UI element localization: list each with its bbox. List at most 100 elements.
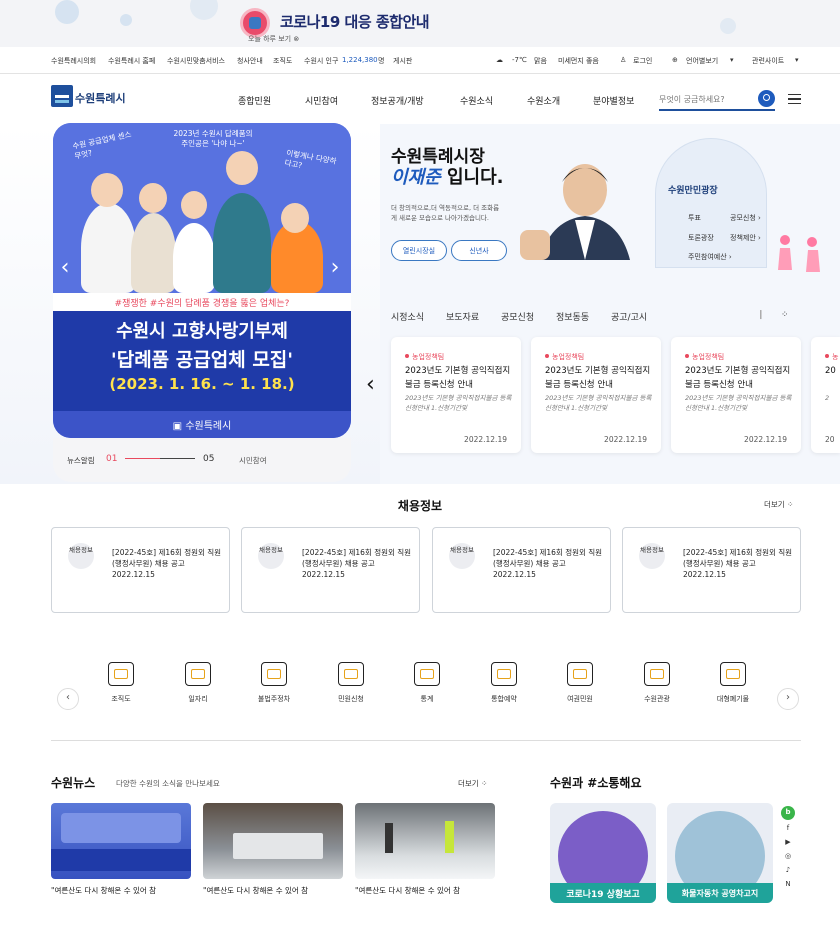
grid-more-icon[interactable]: ⁘	[781, 310, 789, 320]
open-mayor-office-button[interactable]: 열린시장실	[391, 240, 447, 261]
notice-card[interactable]: 농업정책팀 2023년도 기본형 공익직접지불금 등록신청 안내 2023년도 …	[391, 337, 521, 453]
banner-next-arrow-icon[interactable]: ›	[327, 255, 343, 285]
news-caption[interactable]: "여른산도 다시 창해온 수 있어 참	[203, 885, 308, 896]
news-more-link[interactable]: 더보기 ⁘	[458, 778, 487, 789]
service-org-chart[interactable]: 조직도	[91, 662, 151, 704]
plaza-link[interactable]: 정책제안 ›	[730, 233, 761, 243]
tab-contest[interactable]: 공모신청	[501, 310, 534, 323]
service-passport[interactable]: 여권민원	[550, 662, 610, 704]
new-year-address-button[interactable]: 신년사	[451, 240, 507, 261]
util-link[interactable]: 수원특례시 홈페	[108, 56, 155, 66]
globe-icon: ⊕	[672, 56, 678, 64]
covid-title[interactable]: 코로나19 대응 종합안내	[280, 11, 430, 32]
news-thumbnail[interactable]	[203, 803, 343, 879]
user-icon: ♙	[620, 56, 627, 64]
nav-item[interactable]: 수원소개	[527, 94, 560, 107]
notice-card[interactable]: 농업정책팀 2023년도 기본형 공익직접지불금 등록신청 안내 2023년도 …	[671, 337, 801, 453]
tab-notice[interactable]: 공고/고시	[611, 310, 647, 323]
logo-text[interactable]: 수원특례시	[75, 90, 126, 106]
job-card[interactable]: 채용정보 [2022-45호] 제16회 정원외 직원(행정사무원) 채용 공고…	[622, 527, 801, 613]
facebook-icon[interactable]: f	[783, 824, 793, 834]
chart-board-icon	[414, 662, 440, 686]
section-divider	[51, 740, 801, 741]
banner-prev-arrow-icon[interactable]: ‹	[57, 255, 73, 285]
util-link[interactable]: 청사안내	[237, 56, 263, 66]
card-desc: 2023년도 기본형 공익직접지불금 등록신청안내 1.신청기간및	[545, 394, 652, 412]
plaza-link[interactable]: 토론광장	[688, 233, 714, 243]
service-jobs[interactable]: 일자리	[168, 662, 228, 704]
search-icon[interactable]	[758, 90, 775, 107]
tiktok-icon[interactable]: ♪	[783, 866, 793, 876]
util-link[interactable]: 조직도	[273, 56, 292, 66]
service-label: 조직도	[111, 695, 131, 703]
hamburger-menu-icon[interactable]	[788, 94, 801, 104]
job-card[interactable]: 채용정보 [2022-45호] 제16회 정원외 직원(행정사무원) 채용 공고…	[241, 527, 420, 613]
calendar-icon	[491, 662, 517, 686]
job-badge: 채용정보	[68, 543, 94, 569]
logo-icon[interactable]	[51, 85, 73, 107]
language-select[interactable]: 언어별보기	[686, 56, 718, 66]
cards-prev-arrow-icon[interactable]: ‹	[366, 372, 375, 397]
sns-card[interactable]: 화물자동차 공영차고지	[667, 803, 773, 903]
notice-card[interactable]: 농 20 2 20	[811, 337, 840, 453]
search-input[interactable]	[659, 88, 749, 111]
nav-item[interactable]: 종합민원	[238, 94, 271, 107]
utility-bar: 수원특례시의회 수원특례시 홈페 수원시민맞춤서비스 청사안내 조직도 수원시 …	[0, 47, 840, 74]
tab-city-news[interactable]: 시정소식	[391, 310, 424, 323]
pager-track	[125, 458, 195, 459]
naver-icon[interactable]: N	[783, 880, 793, 890]
service-reservation[interactable]: 통합예약	[474, 662, 534, 704]
nav-item[interactable]: 분야별정보	[593, 94, 634, 107]
news-caption[interactable]: "여른산도 다시 창해온 수 있어 참	[51, 885, 156, 896]
news-thumbnail[interactable]	[355, 803, 495, 879]
card-title: 2023년도 기본형 공익직접지불금 등록신청 안내	[405, 366, 511, 390]
util-link[interactable]: 수원시민맞춤서비스	[167, 56, 225, 66]
card-desc: 2023년도 기본형 공익직접지불금 등록신청안내 1.신청기간및	[685, 394, 792, 412]
job-card[interactable]: 채용정보 [2022-45호] 제16회 정원외 직원(행정사무원) 채용 공고…	[51, 527, 230, 613]
service-label: 통계	[420, 695, 434, 703]
plaza-link[interactable]: 투표	[688, 213, 701, 223]
pause-icon[interactable]: ❙	[757, 310, 765, 320]
citizen-tab[interactable]: 시민참여	[239, 455, 267, 466]
util-link[interactable]: 수원특례시의회	[51, 56, 96, 66]
nav-item[interactable]: 시민참여	[305, 94, 338, 107]
covid-banner[interactable]: 코로나19 대응 종합안내 오늘 하루 보기 ⊗	[0, 0, 840, 47]
population-label: 수원시 인구	[304, 57, 339, 65]
plaza-title[interactable]: 수원만민광장	[668, 183, 718, 196]
covid-dismiss-today[interactable]: 오늘 하루 보기 ⊗	[248, 34, 299, 44]
plaza-card[interactable]	[655, 138, 767, 268]
news-caption[interactable]: "여른산도 다시 창해온 수 있어 참	[355, 885, 460, 896]
plaza-link[interactable]: 주민참여예산 ›	[688, 252, 732, 262]
banner-footer: ▣ 수원특례시	[53, 411, 351, 438]
promo-banner[interactable]: 수원 공급업체 센스 무엇? 2023년 수원시 답례품의 주인공은 '나야 나…	[53, 123, 351, 438]
jobs-more-link[interactable]: 더보기 ⁘	[764, 499, 793, 510]
nav-item[interactable]: 정보공개/개방	[371, 94, 424, 107]
service-stats[interactable]: 통계	[397, 662, 457, 704]
util-board-link[interactable]: 게시판	[393, 56, 412, 66]
tab-info[interactable]: 정보동동	[556, 310, 589, 323]
login-link[interactable]: 로그인	[633, 56, 652, 66]
service-civil[interactable]: 민원신청	[321, 662, 381, 704]
instagram-icon[interactable]: ◎	[783, 852, 793, 862]
service-tourism[interactable]: 수원관광	[627, 662, 687, 704]
weather-desc: 맑음	[534, 57, 547, 65]
population-value: 1,224,380	[342, 56, 378, 64]
sns-card[interactable]: 코로나19 상황보고	[550, 803, 656, 903]
services-prev-icon[interactable]: ‹	[57, 688, 79, 710]
news-thumbnail[interactable]	[51, 803, 191, 879]
sns-card-label: 코로나19 상황보고	[550, 883, 656, 903]
card-category: 농	[825, 352, 838, 362]
notice-card[interactable]: 농업정책팀 2023년도 기본형 공익직접지불금 등록신청 안내 2023년도 …	[531, 337, 661, 453]
plaza-link[interactable]: 공모신청 ›	[730, 213, 761, 223]
job-card[interactable]: 채용정보 [2022-45호] 제16회 정원외 직원(행정사무원) 채용 공고…	[432, 527, 611, 613]
service-parking[interactable]: 불법주정차	[244, 662, 304, 704]
blog-icon[interactable]: b	[781, 806, 795, 820]
youtube-icon[interactable]: ▶	[783, 838, 793, 848]
news-subtitle: 다양한 수원의 소식을 만나보세요	[116, 779, 220, 788]
service-bulky-waste[interactable]: 대형폐기물	[703, 662, 763, 704]
related-sites-select[interactable]: 관련사이트	[752, 56, 784, 66]
tab-press[interactable]: 보도자료	[446, 310, 479, 323]
pager-total: 05	[203, 454, 215, 464]
nav-item[interactable]: 수원소식	[460, 94, 493, 107]
services-next-icon[interactable]: ›	[777, 688, 799, 710]
